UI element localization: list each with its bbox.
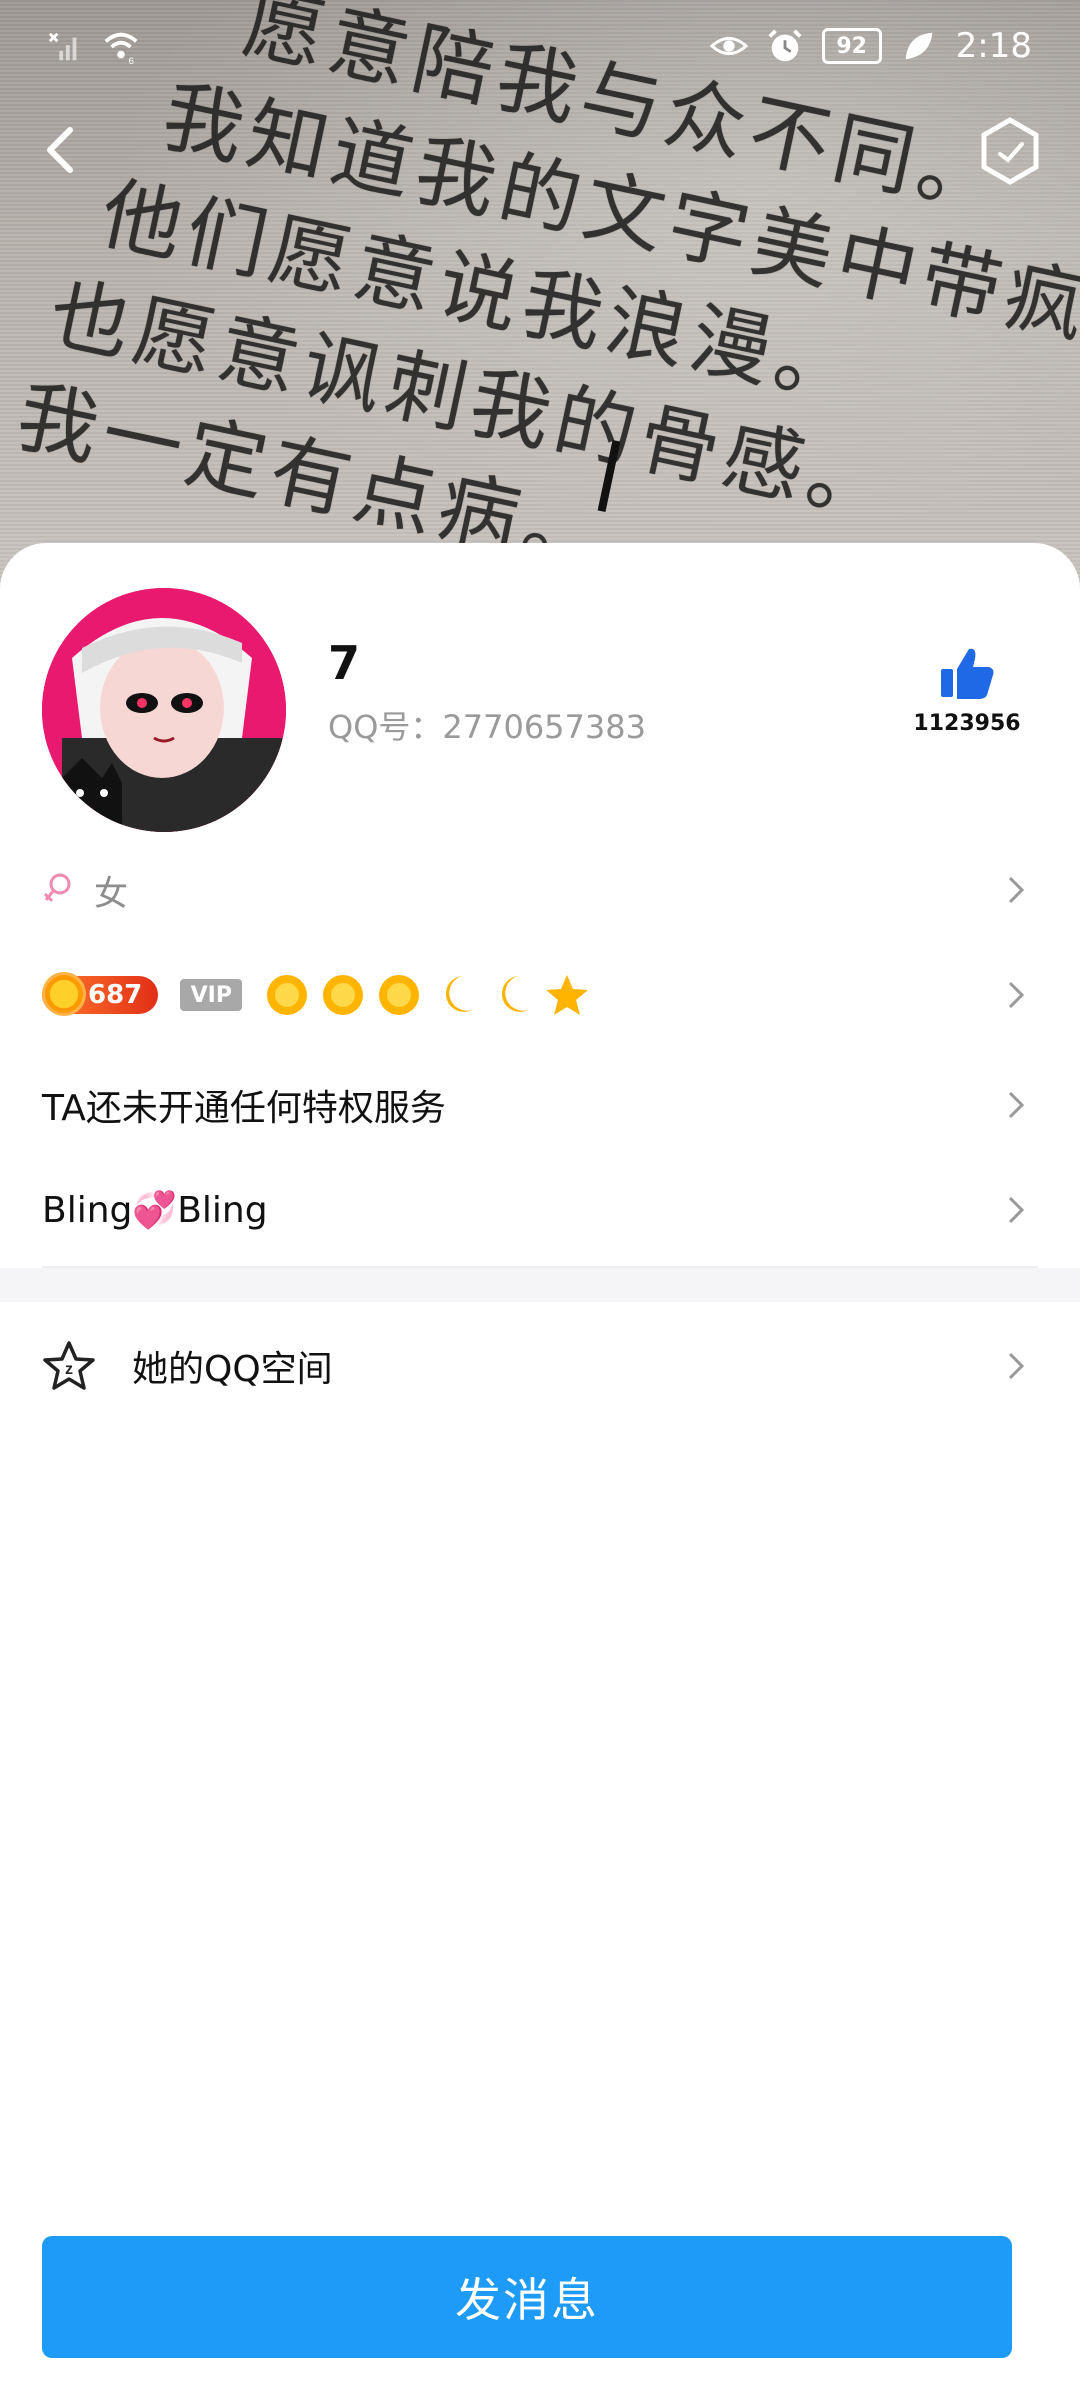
- svg-text:6: 6: [129, 56, 134, 66]
- back-arrow-icon[interactable]: [36, 120, 86, 180]
- qq-number: QQ号：2770657383: [328, 708, 646, 746]
- sun-medal-icon: [323, 975, 364, 1015]
- eye-icon: [709, 36, 748, 56]
- moon-medal-icon: [502, 976, 529, 1012]
- qq-zone-row[interactable]: z 她的QQ空间: [42, 1336, 1038, 1396]
- alarm-icon: [768, 29, 802, 62]
- like-count: 1123956: [913, 711, 1021, 736]
- thumbs-up-icon: [941, 648, 994, 699]
- vip-badge: VIP: [180, 979, 243, 1011]
- chevron-right-icon: [1008, 981, 1025, 1009]
- signature-row[interactable]: Bling💞Bling: [42, 1180, 1038, 1240]
- like-button[interactable]: 1123956: [912, 645, 1022, 736]
- star-medal-icon: [546, 975, 589, 1015]
- send-message-button[interactable]: 发消息: [42, 2236, 1012, 2358]
- sun-medal-icon: [267, 975, 308, 1015]
- sun-medal-icon: [379, 975, 420, 1015]
- female-icon: [43, 873, 71, 903]
- level-medals: [264, 972, 590, 1018]
- privilege-row[interactable]: TA还未开通任何特权服务: [42, 1075, 1038, 1135]
- level-badge: 687: [42, 972, 159, 1016]
- leaf-icon: [905, 32, 932, 60]
- level-sun-icon: [42, 972, 86, 1016]
- profile-name: 7: [328, 636, 361, 690]
- section-gap: [0, 1268, 1080, 1302]
- level-value: 687: [88, 980, 143, 1010]
- moon-medal-icon: [446, 976, 473, 1012]
- hexagon-more-icon[interactable]: [978, 116, 1042, 186]
- star-outline-icon: z: [43, 1341, 95, 1390]
- signature-text: Bling💞Bling: [42, 1190, 268, 1231]
- privilege-text: TA还未开通任何特权服务: [42, 1088, 446, 1129]
- chevron-right-icon: [1008, 876, 1025, 904]
- avatar-illustration: [42, 588, 286, 832]
- chevron-right-icon: [1008, 1196, 1025, 1224]
- level-row[interactable]: 687 VIP: [42, 960, 1038, 1030]
- gender-label: 女: [94, 873, 128, 914]
- qq-zone-label: 她的QQ空间: [132, 1349, 333, 1390]
- gender-row[interactable]: 女: [42, 860, 1038, 920]
- chevron-right-icon: [1008, 1091, 1025, 1119]
- avatar[interactable]: [42, 588, 286, 832]
- clock-time: 2:18: [955, 26, 1032, 66]
- wifi-icon: 6: [104, 32, 138, 66]
- chevron-right-icon: [1008, 1352, 1025, 1380]
- signal-off-icon: [48, 32, 77, 61]
- battery-icon: 92: [821, 28, 882, 64]
- svg-text:z: z: [65, 1361, 73, 1378]
- status-bar: 6 92 2:18: [0, 0, 1080, 100]
